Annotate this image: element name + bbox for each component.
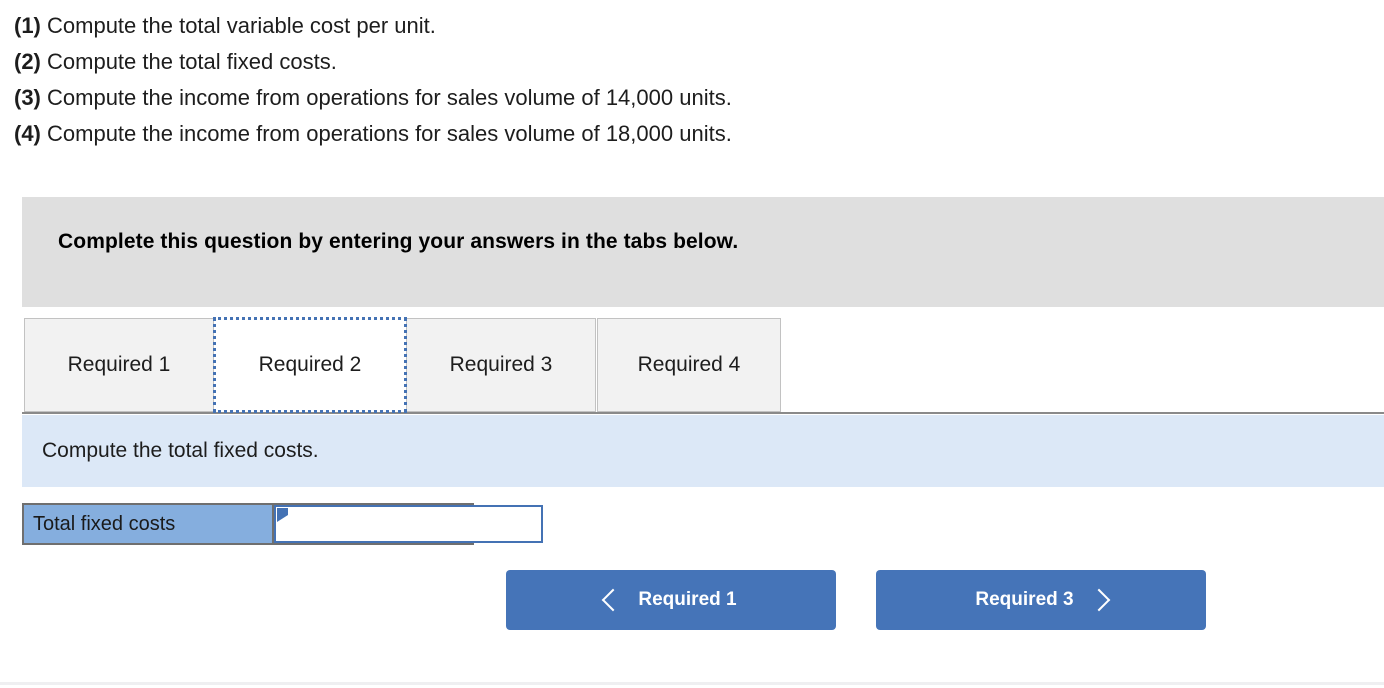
total-fixed-costs-label: Total fixed costs: [22, 503, 274, 545]
tab-required-3[interactable]: Required 3: [406, 318, 596, 412]
tab-required-2[interactable]: Required 2: [213, 317, 407, 413]
question-text: Compute the total variable cost per unit…: [40, 13, 436, 38]
chevron-right-icon: [1087, 588, 1110, 612]
previous-required-button[interactable]: Required 1: [506, 570, 836, 630]
question-text: Compute the total fixed costs.: [40, 49, 337, 74]
bottom-divider: [0, 682, 1384, 685]
question-list: (1) Compute the total variable cost per …: [14, 8, 1354, 152]
chevron-left-icon: [602, 588, 625, 612]
question-number: (4): [14, 121, 41, 146]
total-fixed-costs-input[interactable]: [274, 505, 543, 543]
tab-required-4[interactable]: Required 4: [597, 318, 781, 412]
question-number: (1): [14, 13, 41, 38]
total-fixed-costs-input-cell[interactable]: [274, 503, 543, 545]
question-line: (2) Compute the total fixed costs.: [14, 44, 1354, 80]
question-number: (3): [14, 85, 41, 110]
question-number: (2): [14, 49, 41, 74]
sub-instruction-text: Compute the total fixed costs.: [42, 439, 319, 462]
tab-strip-underline: [22, 412, 1384, 414]
previous-required-label: Required 1: [638, 589, 737, 610]
next-required-label: Required 3: [975, 589, 1074, 610]
question-text: Compute the income from operations for s…: [40, 121, 732, 146]
question-line: (4) Compute the income from operations f…: [14, 116, 1354, 152]
sub-instruction-bar: Compute the total fixed costs.: [22, 415, 1384, 487]
required-tabs: Required 1 Required 2 Required 3 Require…: [0, 317, 1384, 414]
next-required-button[interactable]: Required 3: [876, 570, 1206, 630]
navigation-buttons: Required 1 Required 3: [506, 570, 1206, 630]
question-line: (3) Compute the income from operations f…: [14, 80, 1354, 116]
question-text: Compute the income from operations for s…: [40, 85, 732, 110]
complete-question-banner: Complete this question by entering your …: [22, 197, 1384, 307]
answer-table: Total fixed costs: [22, 503, 543, 545]
question-line: (1) Compute the total variable cost per …: [14, 8, 1354, 44]
complete-question-banner-text: Complete this question by entering your …: [58, 230, 739, 253]
tab-required-1[interactable]: Required 1: [24, 318, 214, 412]
